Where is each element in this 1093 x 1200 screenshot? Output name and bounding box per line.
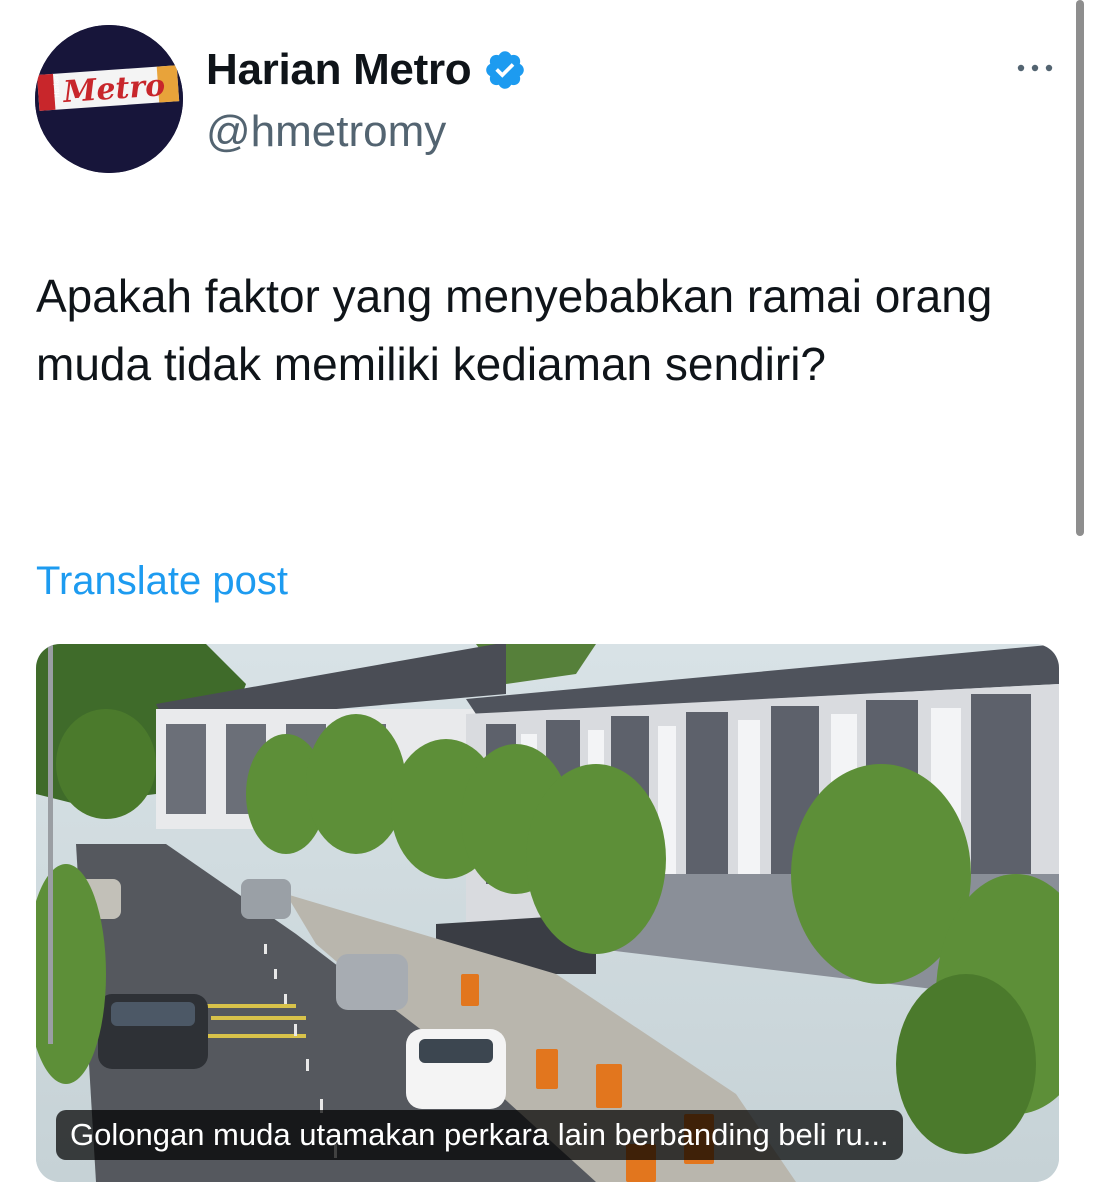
display-name[interactable]: Harian Metro <box>206 42 472 98</box>
verified-badge-icon[interactable] <box>483 48 527 92</box>
more-horizontal-icon <box>1017 64 1053 72</box>
scrollbar[interactable] <box>1076 0 1084 536</box>
author-handle[interactable]: @hmetromy <box>206 104 446 160</box>
link-card-image[interactable]: Golongan muda utamakan perkara lain berb… <box>36 644 1059 1182</box>
post-text: Apakah faktor yang menyebabkan ramai ora… <box>36 270 993 390</box>
svg-text:Harian: Harian <box>52 74 62 98</box>
harian-metro-logo: Metro Harian <box>35 25 183 173</box>
link-card-caption: Golongan muda utamakan perkara lain berb… <box>56 1110 903 1160</box>
more-options-button[interactable] <box>1010 52 1060 84</box>
avatar[interactable]: Metro Harian <box>35 25 183 173</box>
svg-text:Metro: Metro <box>61 68 166 110</box>
housing-estate-photo <box>36 644 1059 1182</box>
translate-post-link[interactable]: Translate post <box>36 556 288 606</box>
